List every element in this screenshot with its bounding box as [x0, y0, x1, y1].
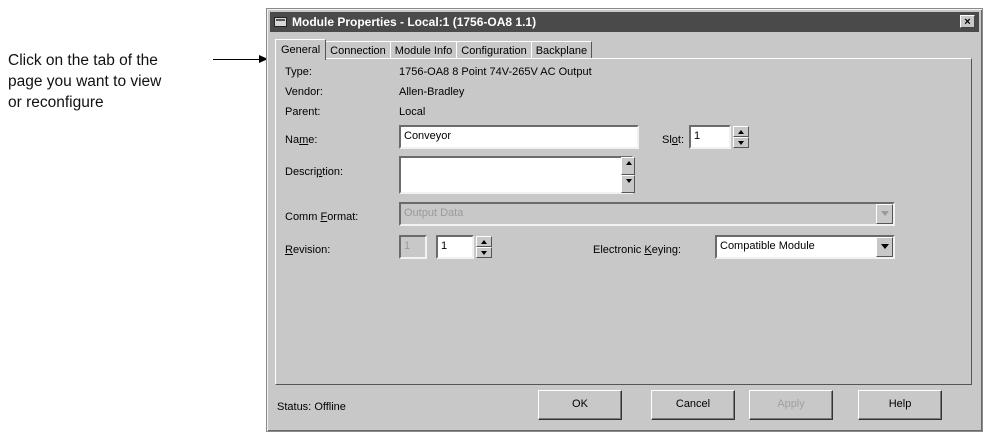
slot-spinner[interactable]: [733, 126, 749, 148]
electronic-keying-select[interactable]: Compatible Module: [715, 235, 895, 259]
name-label: Name:: [285, 134, 318, 146]
electronic-keying-label: Electronic Keying:: [593, 244, 682, 256]
revision-label: Revision:: [285, 244, 331, 256]
status-area: Status: Offline: [277, 401, 346, 413]
spin-up-icon[interactable]: [476, 236, 492, 247]
tab-configuration[interactable]: Configuration: [456, 41, 532, 59]
type-label: Type:: [285, 66, 312, 78]
comm-format-select: Output Data: [399, 202, 895, 226]
tab-connection[interactable]: Connection: [325, 41, 391, 59]
type-value: 1756-OA8 8 Point 74V-265V AC Output: [399, 66, 592, 78]
tab-backplane[interactable]: Backplane: [530, 41, 593, 59]
callout-text: Click on the tab of the page you want to…: [8, 50, 223, 113]
ok-button[interactable]: OK: [538, 390, 622, 420]
revision-major-field: 1: [399, 235, 427, 259]
spin-down-icon[interactable]: [476, 247, 492, 258]
tab-general[interactable]: General: [275, 39, 327, 60]
window-app-icon: [274, 17, 287, 27]
parent-value: Local: [399, 106, 426, 118]
callout-line-2: page you want to view: [8, 73, 162, 90]
description-scrollbar[interactable]: [621, 157, 635, 193]
description-label: Description:: [285, 166, 344, 178]
spin-up-icon[interactable]: [733, 126, 749, 137]
parent-label: Parent:: [285, 106, 321, 118]
callout-line-3: or reconfigure: [8, 94, 104, 111]
vendor-label: Vendor:: [285, 86, 323, 98]
help-button[interactable]: Help: [858, 390, 942, 420]
apply-button: Apply: [749, 390, 833, 420]
comm-format-dropdown-icon: [876, 204, 893, 224]
description-input[interactable]: [399, 156, 633, 194]
cancel-button[interactable]: Cancel: [651, 390, 735, 420]
status-label: Status:: [277, 401, 312, 413]
comm-format-label: Comm Format:: [285, 211, 359, 223]
spin-down-icon[interactable]: [733, 137, 749, 148]
window-title: Module Properties - Local:1 (1756-OA8 1.…: [292, 15, 537, 29]
scroll-up-icon[interactable]: [621, 157, 635, 175]
module-properties-dialog: Module Properties - Local:1 (1756-OA8 1.…: [266, 8, 983, 432]
name-input[interactable]: Conveyor: [399, 125, 639, 149]
electronic-keying-dropdown-icon[interactable]: [876, 237, 893, 257]
close-icon[interactable]: ×: [960, 15, 975, 28]
callout-leader-line: [213, 59, 260, 60]
vendor-value: Allen-Bradley: [399, 86, 465, 98]
revision-minor-input[interactable]: 1: [436, 235, 474, 259]
title-bar[interactable]: Module Properties - Local:1 (1756-OA8 1.…: [270, 12, 979, 32]
tab-strip: General Connection Module Info Configura…: [275, 39, 593, 60]
general-tab-panel: Type: 1756-OA8 8 Point 74V-265V AC Outpu…: [275, 58, 972, 385]
scroll-down-icon[interactable]: [621, 175, 635, 193]
revision-spinner[interactable]: [476, 236, 492, 258]
tab-module-info[interactable]: Module Info: [389, 41, 458, 59]
slot-input[interactable]: 1: [689, 125, 731, 149]
slot-label: Slot:: [662, 134, 685, 146]
callout-line-1: Click on the tab of the: [8, 52, 158, 69]
status-value: Offline: [314, 401, 346, 413]
